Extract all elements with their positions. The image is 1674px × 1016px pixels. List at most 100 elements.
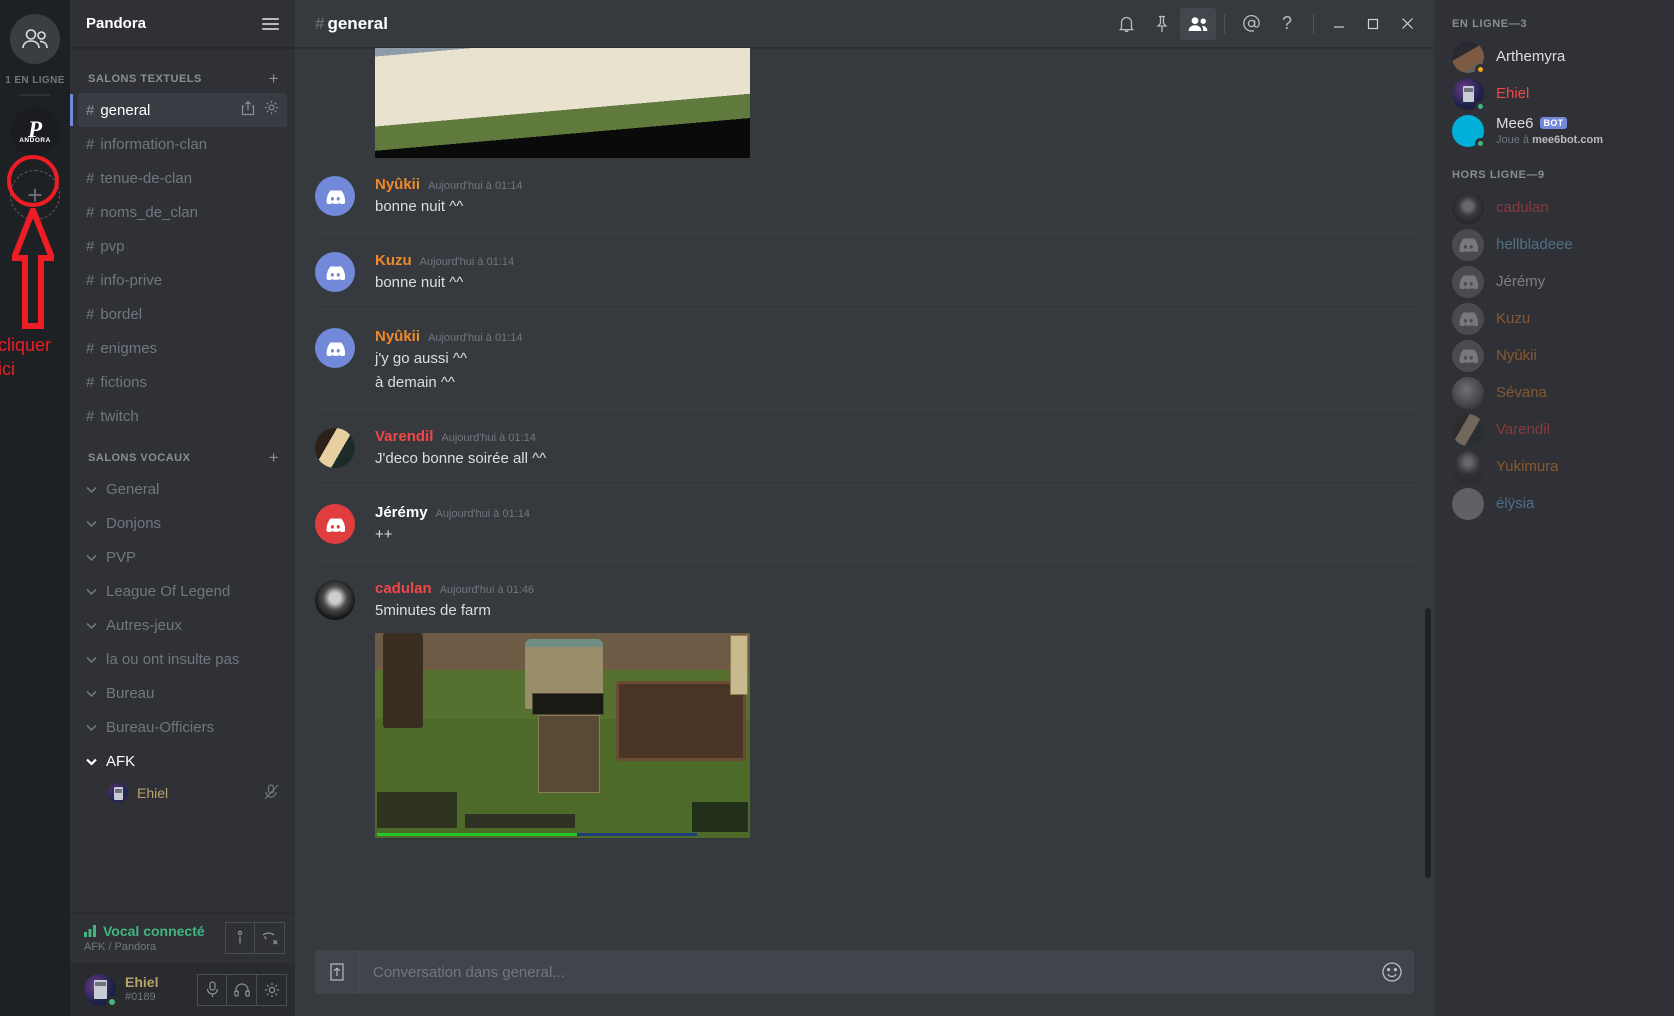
message-list: Nyûkii Aujourd'hui à 01:14 bonne nuit ^^ Ku…: [295, 48, 1434, 950]
user-settings-button[interactable]: [257, 973, 287, 1006]
mute-microphone-button[interactable]: [197, 973, 227, 1006]
member-item[interactable]: Mee6 BOT Joue à mee6bot.com: [1434, 112, 1674, 149]
member-item[interactable]: Nyûkii: [1434, 337, 1674, 374]
message-author[interactable]: cadulan: [375, 580, 432, 597]
member-name: Sévana: [1496, 383, 1547, 401]
voice-channel-item-League-Of-Legend[interactable]: League Of Legend: [78, 574, 287, 608]
message-author[interactable]: Nyûkii: [375, 176, 420, 193]
server-icon-pandora[interactable]: P ANDORA: [10, 106, 60, 156]
message-author[interactable]: Varendil: [375, 428, 433, 445]
voice-channel-member[interactable]: Ehiel: [78, 778, 287, 808]
status-dot-online: [106, 995, 118, 1008]
category-text-channels[interactable]: SALONS TEXTUELS +: [70, 64, 295, 93]
current-user-avatar[interactable]: [84, 973, 118, 1008]
hash-icon: #: [86, 305, 95, 323]
avatar-image: [93, 980, 107, 999]
channel-item-info-prive[interactable]: # info-prive: [78, 263, 287, 297]
member-item[interactable]: Kuzu: [1434, 300, 1674, 337]
channel-label: tenue-de-clan: [100, 169, 193, 187]
notifications-button[interactable]: [1108, 8, 1144, 40]
channel-label: fictions: [100, 373, 148, 391]
attachment-game-screenshot[interactable]: [375, 633, 750, 838]
guild-header[interactable]: Pandora: [70, 0, 295, 48]
emoji-picker-button[interactable]: [1370, 961, 1414, 983]
home-friends-button[interactable]: [10, 14, 60, 64]
channel-item-general[interactable]: # general: [70, 93, 287, 127]
avatar: [1452, 40, 1486, 75]
message-author[interactable]: Nyûkii: [375, 328, 420, 345]
message-author[interactable]: Jérémy: [375, 504, 428, 521]
member-item[interactable]: Sévana: [1434, 374, 1674, 411]
voice-channel-item-Bureau-Officiers[interactable]: Bureau-Officiers: [78, 710, 287, 744]
chevron-down-icon: [86, 617, 97, 634]
channel-item-enigmes[interactable]: # enigmes: [78, 331, 287, 365]
attachment-image-previous[interactable]: [375, 48, 750, 158]
member-item[interactable]: Varendil: [1434, 411, 1674, 448]
member-item[interactable]: Ehiel: [1434, 75, 1674, 112]
message-input-box[interactable]: Conversation dans general...: [315, 950, 1414, 994]
member-item[interactable]: hellbladeee: [1434, 226, 1674, 263]
channel-item-pvp[interactable]: # pvp: [78, 229, 287, 263]
avatar[interactable]: [315, 176, 355, 216]
category-voice-channels[interactable]: SALONS VOCAUX +: [70, 443, 295, 472]
hash-icon: #: [86, 407, 95, 425]
avatar[interactable]: [315, 580, 355, 620]
channel-item-noms_de_clan[interactable]: # noms_de_clan: [78, 195, 287, 229]
avatar[interactable]: [315, 252, 355, 292]
voice-channel-item-Bureau[interactable]: Bureau: [78, 676, 287, 710]
member-item[interactable]: Jérémy: [1434, 263, 1674, 300]
voice-channel-item-PVP[interactable]: PVP: [78, 540, 287, 574]
member-item[interactable]: Arthemyra: [1434, 38, 1674, 75]
page-title: # general: [315, 14, 388, 34]
arrow-up-icon: [9, 201, 57, 329]
member-item[interactable]: cadulan: [1434, 189, 1674, 226]
message-input[interactable]: Conversation dans general...: [359, 964, 1370, 981]
channel-item-twitch[interactable]: # twitch: [78, 399, 287, 433]
help-button[interactable]: ?: [1269, 8, 1305, 40]
window-maximize-button[interactable]: [1356, 9, 1390, 39]
mentions-button[interactable]: [1233, 8, 1269, 40]
add-text-channel-icon[interactable]: +: [269, 70, 285, 87]
disconnect-call-icon: [262, 932, 277, 945]
voice-channel-item-Donjons[interactable]: Donjons: [78, 506, 287, 540]
channel-item-bordel[interactable]: # bordel: [78, 297, 287, 331]
avatar[interactable]: [315, 428, 355, 468]
voice-disconnect-button[interactable]: [255, 922, 285, 954]
toggle-member-list-button[interactable]: [1180, 7, 1216, 40]
channel-list: SALONS TEXTUELS + # general # information-c…: [70, 48, 295, 912]
voice-info-button[interactable]: [225, 922, 255, 954]
voice-channel-item-AFK[interactable]: AFK: [78, 744, 287, 778]
offline-members-header: HORS LIGNE—9: [1452, 169, 1545, 181]
message-row: Jérémy Aujourd'hui à 01:14 ++: [315, 485, 1414, 561]
message-scroller[interactable]: Nyûkii Aujourd'hui à 01:14 bonne nuit ^^ Ku…: [295, 48, 1434, 950]
deafen-button[interactable]: [227, 973, 257, 1006]
avatar[interactable]: [315, 504, 355, 544]
channel-item-fictions[interactable]: # fictions: [78, 365, 287, 399]
voice-channel-item-General[interactable]: General: [78, 472, 287, 506]
member-item[interactable]: élÿsia: [1434, 485, 1674, 522]
upload-attachment-button[interactable]: [315, 950, 359, 994]
window-close-button[interactable]: [1390, 9, 1424, 39]
chevron-down-icon: [86, 515, 97, 532]
channel-item-information-clan[interactable]: # information-clan: [78, 127, 287, 161]
member-item[interactable]: Yukimura: [1434, 448, 1674, 485]
message-author[interactable]: Kuzu: [375, 252, 412, 269]
voice-channel-item-Autres-jeux[interactable]: Autres-jeux: [78, 608, 287, 642]
window-minimize-button[interactable]: [1322, 9, 1356, 39]
channel-item-tenue-de-clan[interactable]: # tenue-de-clan: [78, 161, 287, 195]
add-voice-channel-icon[interactable]: +: [269, 449, 285, 466]
pinned-messages-button[interactable]: [1144, 8, 1180, 40]
avatar: [1452, 376, 1484, 409]
guild-menu-icon[interactable]: [262, 17, 279, 30]
voice-channel-label: PVP: [106, 548, 137, 566]
add-server-button[interactable]: +: [10, 170, 60, 220]
avatar[interactable]: [315, 328, 355, 368]
message-row: Nyûkii Aujourd'hui à 01:14 j'y go aussi ^^…: [315, 309, 1414, 409]
member-name: Ehiel: [1496, 84, 1530, 102]
channel-settings-icon[interactable]: [264, 100, 279, 120]
message-scrollbar[interactable]: [1425, 608, 1431, 878]
voice-channel-item-la-ou-ont-insulte-pas[interactable]: la ou ont insulte pas: [78, 642, 287, 676]
discord-logo-icon: [1459, 348, 1478, 363]
avatar: [1452, 265, 1484, 298]
invite-people-icon[interactable]: [241, 100, 255, 120]
